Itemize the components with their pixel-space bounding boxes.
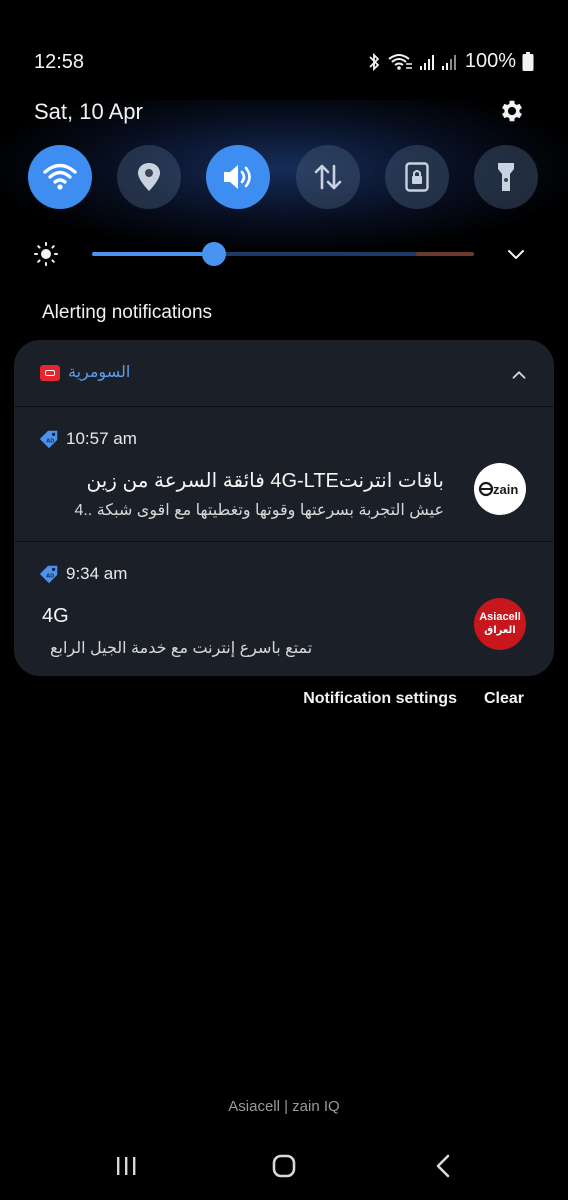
notification-body: عيش التجربة بسرعتها وقوتها وتغطيتها مع ا… [74,502,444,519]
status-icons: 100% [367,50,534,73]
home-icon[interactable] [270,1153,298,1179]
notification-title: 4G [42,605,69,627]
battery-icon [522,51,534,71]
brightness-control [34,238,534,270]
svg-text:AD: AD [46,439,54,445]
status-bar: 12:58 100% [0,0,568,110]
status-clock: 12:58 [34,51,85,73]
notification-settings-button[interactable]: Notification settings [303,690,457,708]
qs-location-toggle[interactable] [117,145,181,209]
flashlight-icon [498,163,514,191]
secure-folder-icon [405,162,429,192]
notification-body: تمتع باسرع إنترنت مع خدمة الجيل الرابع [50,640,313,657]
navigation-bar [0,1145,568,1185]
promo-tag-icon: AD [39,430,58,449]
notification-item[interactable]: AD 9:34 am 4G تمتع باسرع إنترنت مع خدمة … [14,543,554,676]
data-transfer-icon [314,164,342,190]
location-pin-icon [138,163,160,191]
brightness-slider[interactable] [92,242,474,266]
signal-icon [419,54,434,70]
notification-group-header[interactable]: السومرية [14,340,554,407]
wifi-icon [43,163,77,190]
qs-sound-toggle[interactable] [206,145,270,209]
battery-percentage: 100% [464,50,516,72]
gear-icon [502,100,522,122]
svg-text:AD: AD [46,574,54,580]
asiacell-logo: Asiacell العراق [479,611,521,636]
zain-logo: zain [474,463,526,515]
signal-icon-2 [441,54,456,70]
panel-date: Sat, 10 Apr [34,99,143,124]
brightness-warm-segment [416,252,474,256]
svg-text:zain: zain [493,482,518,497]
back-icon[interactable] [430,1153,458,1179]
quick-settings-row [28,145,540,209]
qs-mobile-data-toggle[interactable] [296,145,360,209]
promo-tag-icon: AD [39,565,58,584]
clear-button[interactable]: Clear [484,690,524,708]
zain-avatar: zain [474,463,526,515]
qs-wifi-toggle[interactable] [28,145,92,209]
qs-flashlight-toggle[interactable] [474,145,538,209]
qs-secure-folder-toggle[interactable] [385,145,449,209]
notification-time: 10:57 am [66,429,137,448]
carrier-label: Asiacell | zain IQ [228,1098,340,1115]
asiacell-avatar: Asiacell العراق [474,598,526,650]
brightness-fill [92,252,215,256]
expand-chevron-icon[interactable] [504,242,528,266]
wifi-calling-icon [388,53,412,70]
brightness-thumb[interactable] [202,242,227,266]
collapse-chevron-icon[interactable] [508,364,530,386]
settings-button[interactable] [498,97,526,125]
recents-icon[interactable] [112,1153,140,1179]
brightness-sun-icon [34,242,58,266]
bluetooth-icon [369,52,380,71]
app-icon [40,365,60,381]
notification-title: باقات انترنت4G-LTE فائقة السرعة من زين [86,470,444,492]
notification-time: 9:34 am [66,564,128,583]
section-title: Alerting notifications [42,302,213,323]
app-name: السومرية [68,364,131,381]
speaker-icon [224,165,251,189]
notification-group-card[interactable]: السومرية AD 10:57 am باقات انترنت4G-LTE … [14,340,554,676]
notification-item[interactable]: AD 10:57 am باقات انترنت4G-LTE فائقة الس… [14,408,554,542]
notification-actions: Notification settings Clear [303,690,524,708]
